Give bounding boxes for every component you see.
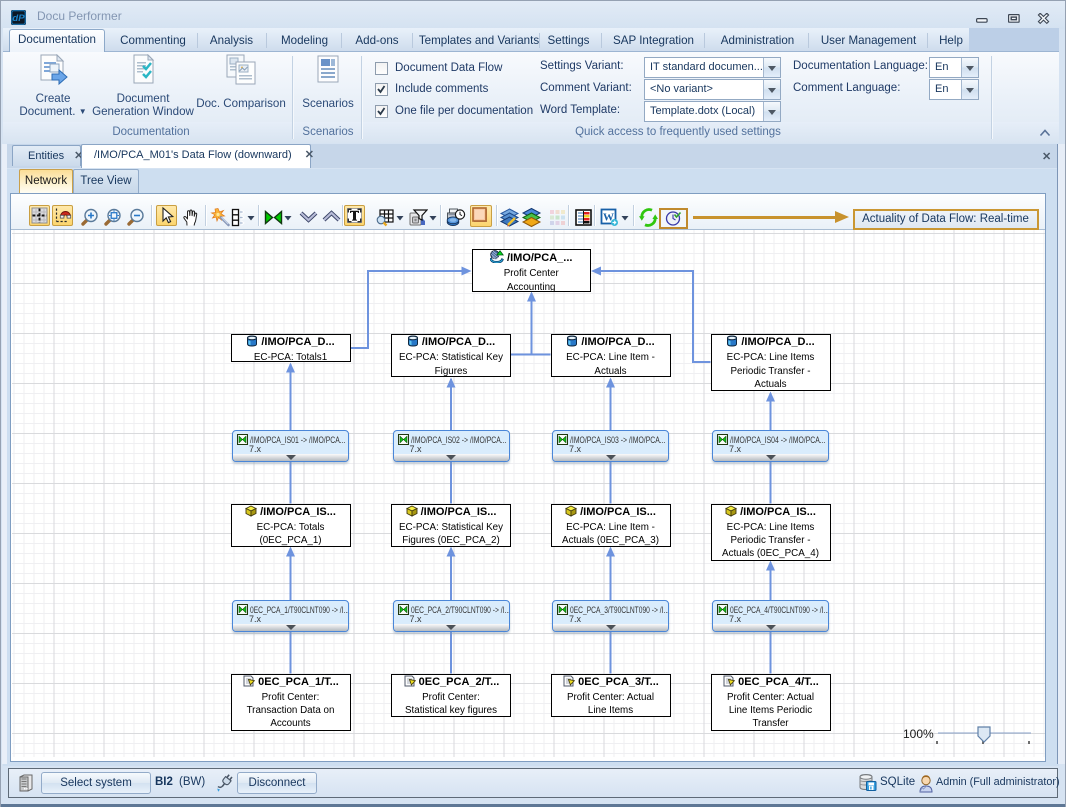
svg-text:dP: dP xyxy=(12,13,25,24)
